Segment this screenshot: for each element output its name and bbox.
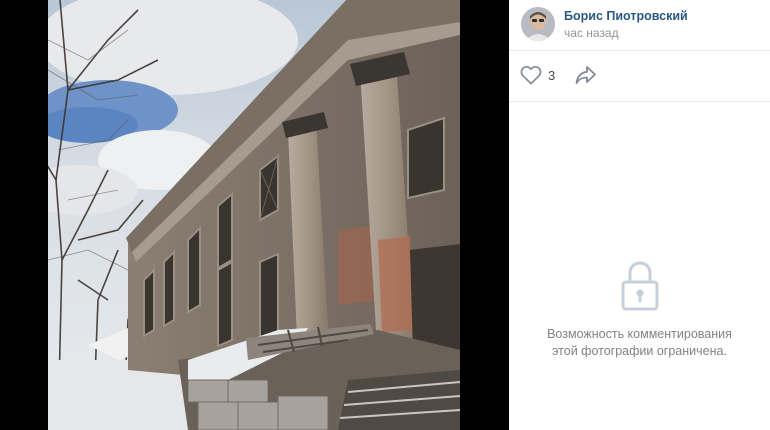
photo-image[interactable]	[48, 0, 460, 430]
info-panel: Борис Пиотровский час назад 3 Возможност…	[509, 0, 770, 430]
comments-restricted: Возможность комментирования этой фотогра…	[509, 258, 770, 360]
like-count: 3	[548, 67, 556, 83]
author-header: Борис Пиотровский час назад	[509, 0, 770, 51]
avatar[interactable]	[521, 7, 555, 41]
author-name[interactable]: Борис Пиотровский	[564, 9, 688, 23]
post-time[interactable]: час назад	[564, 26, 619, 40]
actions-bar: 3	[509, 50, 770, 102]
comments-restricted-text: Возможность комментирования этой фотогра…	[547, 327, 732, 358]
photo-building-ruins	[48, 0, 460, 430]
share-button[interactable]	[574, 64, 598, 86]
share-icon	[575, 66, 596, 84]
photo-viewer	[0, 0, 509, 430]
lock-icon	[621, 261, 658, 311]
heart-icon	[520, 66, 542, 85]
avatar-image	[521, 7, 555, 41]
like-button[interactable]: 3	[520, 64, 555, 86]
